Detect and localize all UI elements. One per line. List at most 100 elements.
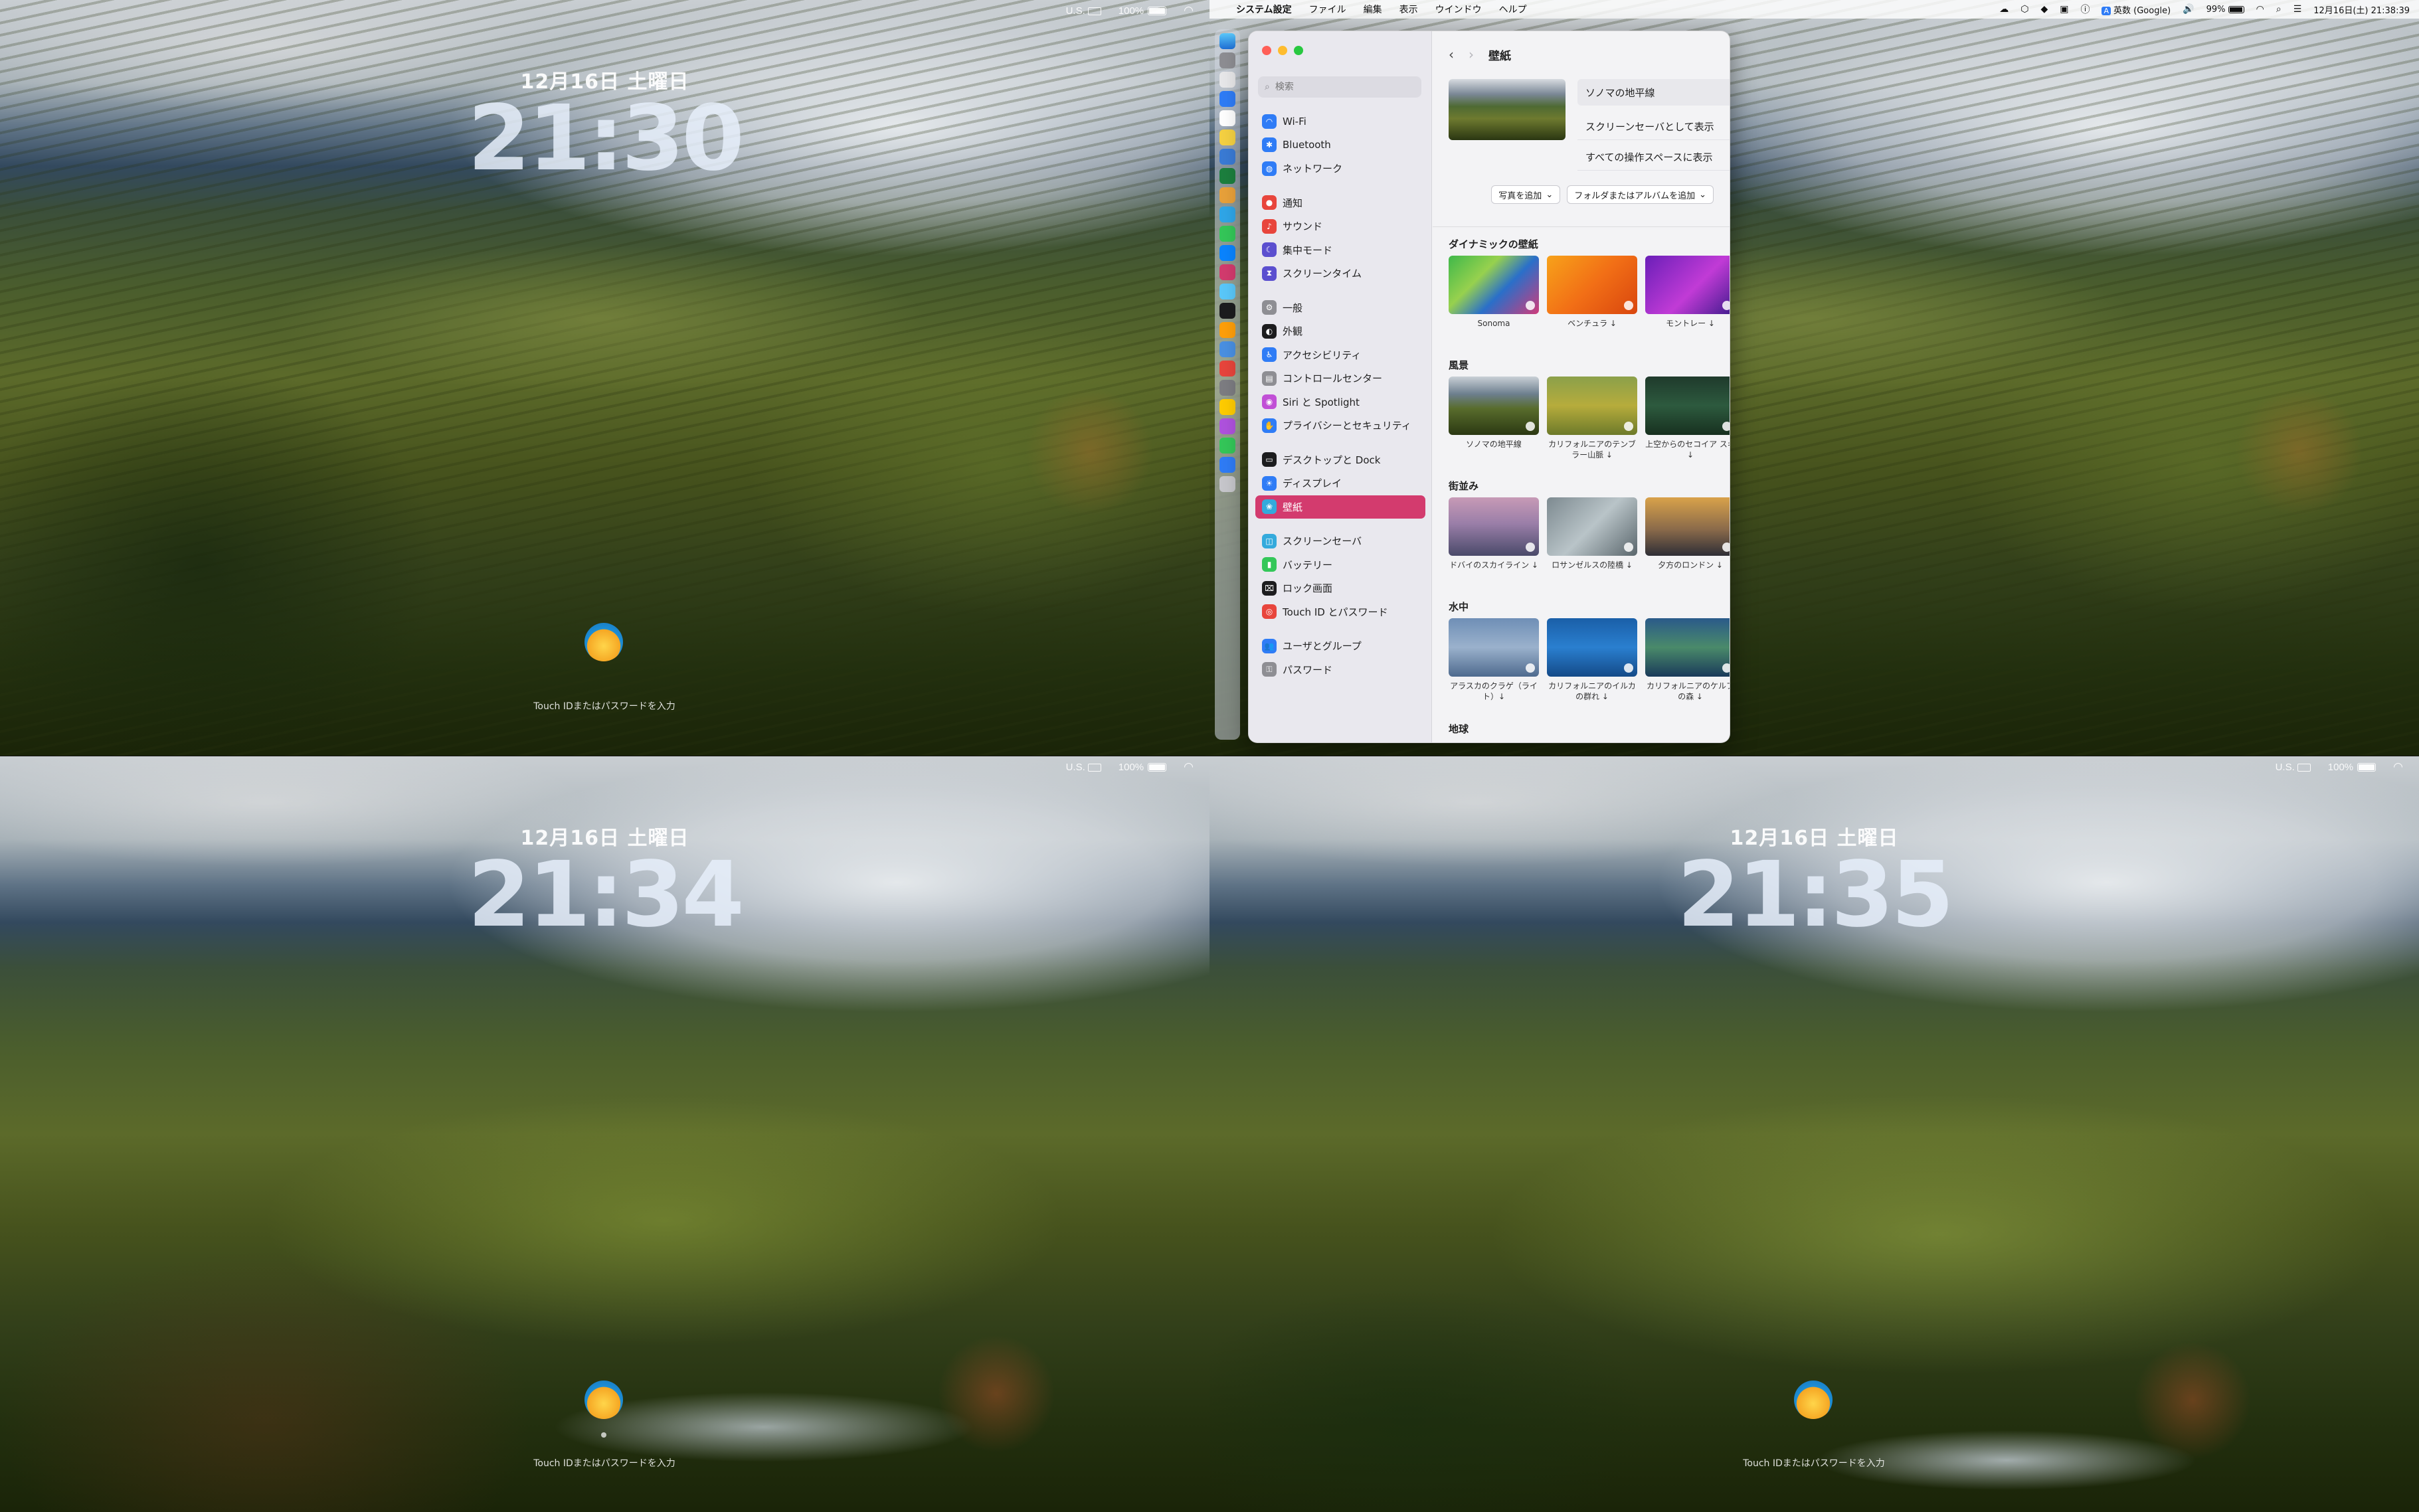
appstore-app-icon[interactable] [1219, 91, 1235, 107]
back-arrow-icon[interactable]: ‹ [1449, 46, 1454, 62]
wallpaper-thumbnail[interactable]: カリフォルニアのテンブラー山脈 ↓ [1547, 377, 1637, 460]
dropbox-icon[interactable]: ◆ [2040, 4, 2048, 15]
user-avatar[interactable] [584, 623, 623, 661]
package-icon[interactable]: ⬡ [2020, 4, 2028, 15]
calendar-app-icon[interactable] [1219, 361, 1235, 377]
messages-app-icon[interactable] [1219, 438, 1235, 454]
sidebar-item[interactable]: ◐ 外観 [1255, 319, 1425, 343]
minimize-button[interactable] [1278, 46, 1287, 55]
finder-app-icon[interactable] [1219, 33, 1235, 49]
sidebar-item-icon: ❀ [1262, 499, 1277, 515]
sidebar-item[interactable]: ▮ バッテリー [1255, 553, 1425, 577]
launchpad-app-icon[interactable] [1219, 52, 1235, 68]
wifi-icon[interactable]: ◠ [2393, 760, 2403, 774]
sidebar-item-label: 壁紙 [1283, 501, 1303, 513]
sidebar-item[interactable]: ▭ デスクトップと Dock [1255, 448, 1425, 472]
menu-view[interactable]: 表示 [1399, 3, 1418, 16]
close-button[interactable] [1262, 46, 1271, 55]
sidebar-item[interactable]: ✋ プライバシーとセキュリティ [1255, 414, 1425, 438]
user-avatar[interactable] [584, 1381, 623, 1419]
podcasts-app-icon[interactable] [1219, 418, 1235, 434]
sidebar-item[interactable]: ☀ ディスプレイ [1255, 471, 1425, 495]
folder-app-icon[interactable] [1219, 399, 1235, 415]
forward-arrow-icon[interactable]: › [1469, 46, 1474, 62]
wallpaper-thumbnail[interactable]: ドバイのスカイライン ↓ [1449, 497, 1539, 570]
sidebar-item[interactable]: ⚿ パスワード [1255, 658, 1425, 682]
cloud-icon[interactable]: ☁ [1999, 4, 2009, 15]
wallpaper-thumbnail[interactable]: 上空からのセコイア スギ ↓ [1645, 377, 1730, 460]
menu-edit[interactable]: 編集 [1364, 3, 1382, 16]
wifi-icon[interactable]: ◠ [1184, 760, 1194, 774]
terminal-app-icon[interactable] [1219, 168, 1235, 184]
sidebar-item[interactable]: ✱ Bluetooth [1255, 133, 1425, 157]
sidebar-item[interactable]: ● 通知 [1255, 191, 1425, 215]
sidebar-item[interactable]: ♿ アクセシビリティ [1255, 343, 1425, 367]
shield-icon[interactable]: ▣ [2060, 4, 2068, 15]
sidebar-item[interactable]: ⚙ 一般 [1255, 296, 1425, 320]
sidebar-item[interactable]: ⧗ スクリーンタイム [1255, 262, 1425, 286]
maps-app-icon[interactable] [1219, 226, 1235, 242]
grid-app-icon[interactable] [1219, 72, 1235, 88]
notes-app-icon[interactable] [1219, 129, 1235, 145]
keyboard-layout[interactable]: U.S. [1066, 762, 1101, 773]
add-folder-button[interactable]: フォルダまたはアルバムを追加 ⌄ [1567, 185, 1714, 204]
vlc-app-icon[interactable] [1219, 322, 1235, 338]
battery-status[interactable]: 100% [1119, 5, 1167, 17]
current-wallpaper-name: ソノマの地平線 [1577, 79, 1730, 106]
sidebar-item[interactable]: 👥 ユーザとグループ [1255, 634, 1425, 658]
menu-window[interactable]: ウインドウ [1435, 3, 1482, 16]
sidebar-item[interactable]: ◠ Wi-Fi [1255, 110, 1425, 133]
wallpaper-thumbnail[interactable]: 夕方のロンドン ↓ [1645, 497, 1730, 570]
input-method[interactable]: A 英数 (Google) [2102, 3, 2171, 16]
battery-status[interactable]: 100% [1119, 762, 1167, 773]
menu-app-name[interactable]: システム設定 [1236, 3, 1292, 16]
sidebar-item[interactable]: ♪ サウンド [1255, 214, 1425, 238]
weather-app-icon[interactable] [1219, 284, 1235, 299]
sidebar-item[interactable]: ⌧ ロック画面 [1255, 576, 1425, 600]
menu-file[interactable]: ファイル [1309, 3, 1346, 16]
sidebar-item[interactable]: ◫ スクリーンセーバ [1255, 529, 1425, 553]
sidebar-item[interactable]: ☾ 集中モード [1255, 238, 1425, 262]
volume-icon[interactable]: 🔊 [2183, 4, 2194, 15]
sidebar-item[interactable]: ◎ Touch ID とパスワード [1255, 600, 1425, 624]
tv-app-icon[interactable] [1219, 303, 1235, 319]
menubar-battery[interactable]: 99% [2206, 5, 2244, 15]
search-input[interactable] [1275, 82, 1401, 92]
keyboard-layout[interactable]: U.S. [1066, 5, 1101, 17]
zoom-app-icon[interactable] [1219, 341, 1235, 357]
wallpaper-thumbnail[interactable]: カリフォルニアのケルプの森 ↓ [1645, 618, 1730, 702]
trash-app-icon[interactable] [1219, 476, 1235, 492]
wallpaper-thumbnail[interactable]: カリフォルニアのイルカの群れ ↓ [1547, 618, 1637, 702]
wallpaper-thumbnail[interactable]: ロサンゼルスの陸橋 ↓ [1547, 497, 1637, 570]
keyboard-layout[interactable]: U.S. [2276, 762, 2311, 773]
zoom-button[interactable] [1294, 46, 1303, 55]
sidebar-item[interactable]: ❀ 壁紙 [1255, 495, 1425, 519]
sidebar-item[interactable]: ◍ ネットワーク [1255, 157, 1425, 181]
wallpaper-thumbnail[interactable]: ソノマの地平線 [1449, 377, 1539, 460]
sidebar-item[interactable]: ◉ Siri と Spotlight [1255, 390, 1425, 414]
sidebar-item[interactable]: ▤ コントロールセンター [1255, 367, 1425, 390]
add-photo-button[interactable]: 写真を追加 ⌄ [1491, 185, 1561, 204]
wallpaper-thumbnail[interactable]: Sonoma [1449, 256, 1539, 329]
settings-app-icon[interactable] [1219, 380, 1235, 396]
menubar-clock[interactable]: 12月16日(土) 21:38:39 [2313, 3, 2410, 16]
battery-status[interactable]: 100% [2328, 762, 2376, 773]
control-center-icon[interactable]: ☰ [2293, 4, 2302, 15]
wallpaper-thumbnail[interactable]: モントレー ↓ [1645, 256, 1730, 329]
info-icon[interactable]: ⓘ [2080, 3, 2090, 16]
wallpaper-thumbnail[interactable]: ベンチュラ ↓ [1547, 256, 1637, 329]
music-app-icon[interactable] [1219, 264, 1235, 280]
photos-app-icon[interactable] [1219, 110, 1235, 126]
downloads-app-icon[interactable] [1219, 457, 1235, 473]
menu-help[interactable]: ヘルプ [1499, 3, 1527, 16]
mail-app-icon[interactable] [1219, 207, 1235, 222]
wifi-icon[interactable]: ◠ [1184, 4, 1194, 17]
search-field[interactable]: ⌕ [1258, 76, 1421, 98]
books-app-icon[interactable] [1219, 187, 1235, 203]
user-avatar[interactable] [1794, 1381, 1833, 1419]
safari-app-icon[interactable] [1219, 149, 1235, 165]
search-icon[interactable]: ⌕ [2276, 4, 2282, 15]
wifi-icon[interactable]: ◠ [2256, 4, 2264, 15]
wallpaper-thumbnail[interactable]: アラスカのクラゲ（ライト）↓ [1449, 618, 1539, 702]
chrome-app-icon[interactable] [1219, 245, 1235, 261]
